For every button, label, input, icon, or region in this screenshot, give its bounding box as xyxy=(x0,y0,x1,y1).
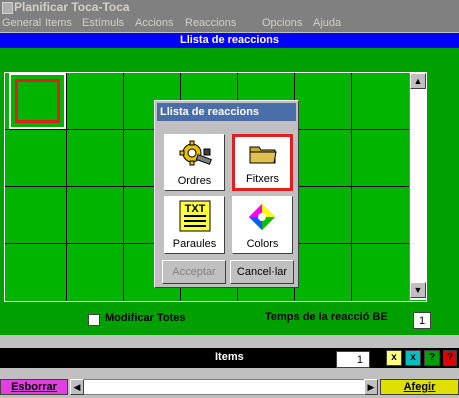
ordres-button[interactable]: Ordres xyxy=(164,134,225,191)
scroll-down-icon[interactable]: ▼ xyxy=(410,282,426,298)
menu-estimuls[interactable]: Estímuls xyxy=(82,15,124,31)
add-button[interactable]: Afegir xyxy=(380,379,459,395)
grid-line xyxy=(123,73,124,301)
selected-grid-cell[interactable] xyxy=(9,73,66,129)
yellow-x-button[interactable]: x xyxy=(386,350,402,366)
app-icon xyxy=(2,2,13,14)
reaction-time-input[interactable]: 1 xyxy=(413,312,431,329)
fitxers-button[interactable]: Fitxers xyxy=(232,134,293,191)
txt-document-icon: TXT xyxy=(179,200,211,232)
scroll-up-icon[interactable]: ▲ xyxy=(410,73,426,89)
cancel-button[interactable]: Cancel·lar xyxy=(230,260,294,284)
section-header: Llista de reaccions xyxy=(0,33,459,48)
selection-marker xyxy=(15,79,60,123)
item-count-field[interactable]: 1 xyxy=(336,351,370,368)
ordres-label: Ordres xyxy=(177,175,212,187)
vertical-scrollbar[interactable]: ▲ ▼ xyxy=(409,73,426,300)
modify-all-label: Modificar Totes xyxy=(105,312,186,324)
items-title: Items xyxy=(215,351,244,363)
scroll-right-icon[interactable]: ▶ xyxy=(364,379,378,395)
accept-button[interactable]: Acceptar xyxy=(162,260,226,284)
wrench-gear-icon xyxy=(179,140,212,166)
menu-opcions[interactable]: Opcions xyxy=(262,15,302,31)
menu-ajuda[interactable]: Ajuda xyxy=(313,15,341,31)
menu-bar: General Items Estímuls Accions Reaccions… xyxy=(0,15,459,32)
menu-reaccions[interactable]: Reaccions xyxy=(185,15,236,31)
green-help-button[interactable]: ? xyxy=(424,350,440,366)
reaction-time-label: Temps de la reacció BE xyxy=(265,311,388,323)
menu-items[interactable]: Items xyxy=(45,15,72,31)
grid-line xyxy=(66,73,67,301)
reaction-list-dialog: Llista de reaccions Ordres Fitxers TXT P… xyxy=(154,100,299,288)
menu-accions[interactable]: Accions xyxy=(135,15,174,31)
dialog-title: Llista de reaccions xyxy=(157,103,296,121)
colors-label: Colors xyxy=(246,238,279,250)
delete-button[interactable]: Esborrar xyxy=(0,379,68,395)
fitxers-label: Fitxers xyxy=(246,173,279,185)
svg-text:TXT: TXT xyxy=(185,203,206,215)
menu-general[interactable]: General xyxy=(2,15,41,31)
paraules-button[interactable]: TXT Paraules xyxy=(164,196,225,254)
horizontal-scrollbar[interactable]: ◀ ▶ xyxy=(70,379,378,395)
scroll-left-icon[interactable]: ◀ xyxy=(70,379,84,395)
window-title-bar: Planificar Toca-Toca xyxy=(0,0,459,15)
grid-line xyxy=(351,73,352,301)
modify-all-checkbox[interactable] xyxy=(88,314,100,326)
window-title: Planificar Toca-Toca xyxy=(14,0,130,14)
red-help-button[interactable]: ? xyxy=(443,350,457,366)
colors-button[interactable]: Colors xyxy=(232,196,293,254)
folder-icon xyxy=(249,146,277,164)
paraules-label: Paraules xyxy=(172,238,217,250)
cyan-x-button[interactable]: x xyxy=(405,350,421,366)
color-wheel-icon xyxy=(249,204,275,230)
